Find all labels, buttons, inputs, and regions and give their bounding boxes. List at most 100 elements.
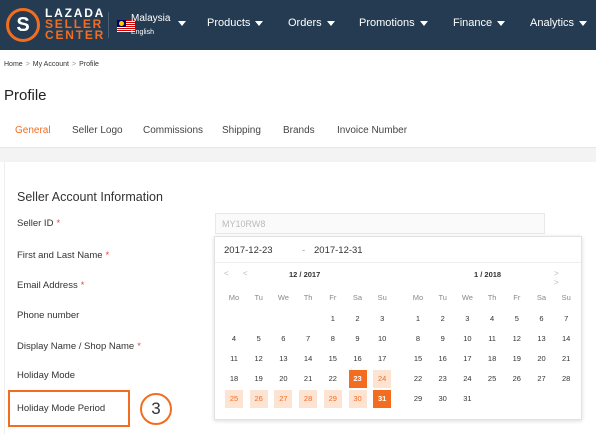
- next-month-arrows-icon[interactable]: > >: [554, 269, 581, 287]
- lazada-logo-icon[interactable]: S: [6, 8, 40, 42]
- calendar-day[interactable]: 7: [557, 310, 575, 328]
- label-holiday-mode: Holiday Mode: [17, 370, 76, 381]
- calendar-day[interactable]: 19: [508, 350, 526, 368]
- calendar-day[interactable]: 6: [533, 310, 551, 328]
- calendar-day[interactable]: 16: [349, 350, 367, 368]
- weekday-label: Su: [561, 293, 571, 302]
- calendar-day[interactable]: 29: [323, 390, 342, 408]
- calendar-day[interactable]: 13: [533, 330, 551, 348]
- calendar-day[interactable]: 8: [324, 330, 342, 348]
- calendar-day[interactable]: 21: [557, 350, 575, 368]
- calendar-day[interactable]: 23: [434, 370, 452, 388]
- calendar-day[interactable]: 28: [299, 390, 318, 408]
- calendar-day[interactable]: 5: [250, 330, 268, 348]
- calendar-day[interactable]: 22: [324, 370, 342, 388]
- calendar-day[interactable]: 1: [409, 310, 427, 328]
- tab-commissions[interactable]: Commissions: [143, 125, 203, 136]
- prev-month-arrows-icon[interactable]: < <: [224, 269, 254, 278]
- country-selector[interactable]: Malaysia English: [131, 13, 170, 39]
- profile-tabs: General Seller Logo Commissions Shipping…: [0, 125, 596, 143]
- calendar-day[interactable]: 20: [274, 370, 292, 388]
- calendar-day[interactable]: 6: [274, 330, 292, 348]
- nav-promotions[interactable]: Promotions: [359, 17, 428, 29]
- nav-analytics[interactable]: Analytics: [530, 17, 588, 29]
- calendar-day[interactable]: 17: [373, 350, 391, 368]
- label-seller-id: Seller ID *: [17, 218, 61, 229]
- weekday-label: Sa: [352, 293, 363, 302]
- calendar-day[interactable]: 23: [348, 370, 367, 388]
- calendar-day[interactable]: 2: [349, 310, 367, 328]
- breadcrumb-profile: Profile: [79, 61, 99, 68]
- date-range-picker[interactable]: 2017-12-23 - 2017-12-31 < < 12 / 2017 1 …: [214, 236, 582, 420]
- breadcrumb-home[interactable]: Home: [4, 61, 23, 68]
- calendar-day[interactable]: 5: [508, 310, 526, 328]
- calendar-day[interactable]: 24: [373, 370, 392, 388]
- calendar-day[interactable]: 30: [348, 390, 367, 408]
- calendar-day[interactable]: 22: [409, 370, 427, 388]
- calendar-day[interactable]: 12: [508, 330, 526, 348]
- calendar-day[interactable]: 8: [409, 330, 427, 348]
- calendar-day[interactable]: 12: [250, 350, 268, 368]
- calendar-day[interactable]: 20: [533, 350, 551, 368]
- calendar-day[interactable]: 25: [225, 390, 243, 408]
- calendar-day[interactable]: 4: [483, 310, 501, 328]
- calendar-day[interactable]: 3: [373, 310, 391, 328]
- weekday-label: We: [277, 293, 289, 302]
- left-month-title: 12 / 2017: [289, 270, 321, 279]
- calendar-day[interactable]: 1: [324, 310, 342, 328]
- top-navigation-bar: S LAZADA SELLER CENTER Malaysia English …: [0, 0, 596, 50]
- nav-orders[interactable]: Orders: [288, 17, 335, 29]
- tab-invoice-number[interactable]: Invoice Number: [337, 125, 407, 136]
- range-end-input[interactable]: 2017-12-31: [314, 245, 363, 256]
- calendar-day[interactable]: 11: [225, 350, 243, 368]
- weekday-label: Th: [487, 293, 497, 302]
- calendar-day[interactable]: 2: [434, 310, 452, 328]
- tab-general[interactable]: General: [15, 125, 51, 136]
- calendar-day[interactable]: 14: [557, 330, 575, 348]
- country-label: Malaysia: [131, 13, 171, 24]
- calendar-day[interactable]: 17: [458, 350, 476, 368]
- calendar-day[interactable]: 16: [434, 350, 452, 368]
- calendar-day[interactable]: 3: [458, 310, 476, 328]
- tab-brands[interactable]: Brands: [283, 125, 315, 136]
- label-phone-number: Phone number: [17, 310, 80, 321]
- calendar-day[interactable]: 26: [249, 390, 268, 408]
- calendar-day[interactable]: 21: [299, 370, 317, 388]
- calendar-day[interactable]: 25: [483, 370, 501, 388]
- chevron-down-icon[interactable]: [178, 21, 186, 26]
- calendar-day[interactable]: 28: [557, 370, 575, 388]
- weekday-label: Su: [377, 293, 387, 302]
- calendar-day[interactable]: 19: [250, 370, 268, 388]
- calendar-day[interactable]: 18: [225, 370, 243, 388]
- breadcrumb-my-account[interactable]: My Account: [33, 61, 69, 68]
- calendar-day[interactable]: 15: [324, 350, 342, 368]
- nav-finance[interactable]: Finance: [453, 17, 506, 29]
- calendar-day[interactable]: 15: [409, 350, 427, 368]
- nav-products[interactable]: Products: [207, 17, 264, 29]
- calendar-day[interactable]: 29: [409, 390, 427, 408]
- calendar-day[interactable]: 10: [373, 330, 391, 348]
- calendar-day[interactable]: 31: [373, 390, 392, 408]
- chevron-down-icon: [255, 20, 264, 26]
- calendar-day[interactable]: 10: [458, 330, 476, 348]
- calendar-day[interactable]: 24: [458, 370, 476, 388]
- calendar-day[interactable]: 18: [483, 350, 501, 368]
- tab-shipping[interactable]: Shipping: [222, 125, 261, 136]
- breadcrumb-separator: >: [71, 61, 77, 68]
- calendar-day[interactable]: 11: [483, 330, 501, 348]
- calendar-day[interactable]: 30: [434, 390, 452, 408]
- calendar-day[interactable]: 14: [299, 350, 317, 368]
- calendar-day[interactable]: 13: [274, 350, 292, 368]
- seller-id-field[interactable]: MY10RW8: [215, 213, 545, 234]
- calendar-day[interactable]: 27: [274, 390, 293, 408]
- calendar-day[interactable]: 7: [299, 330, 317, 348]
- calendar-day[interactable]: 4: [225, 330, 243, 348]
- step-badge: 3: [140, 393, 172, 425]
- calendar-day[interactable]: 27: [533, 370, 551, 388]
- calendar-day[interactable]: 9: [349, 330, 367, 348]
- calendar-day[interactable]: 9: [434, 330, 452, 348]
- range-start-input[interactable]: 2017-12-23: [224, 245, 273, 256]
- calendar-day[interactable]: 31: [458, 390, 476, 408]
- tab-seller-logo[interactable]: Seller Logo: [72, 125, 123, 136]
- calendar-day[interactable]: 26: [508, 370, 526, 388]
